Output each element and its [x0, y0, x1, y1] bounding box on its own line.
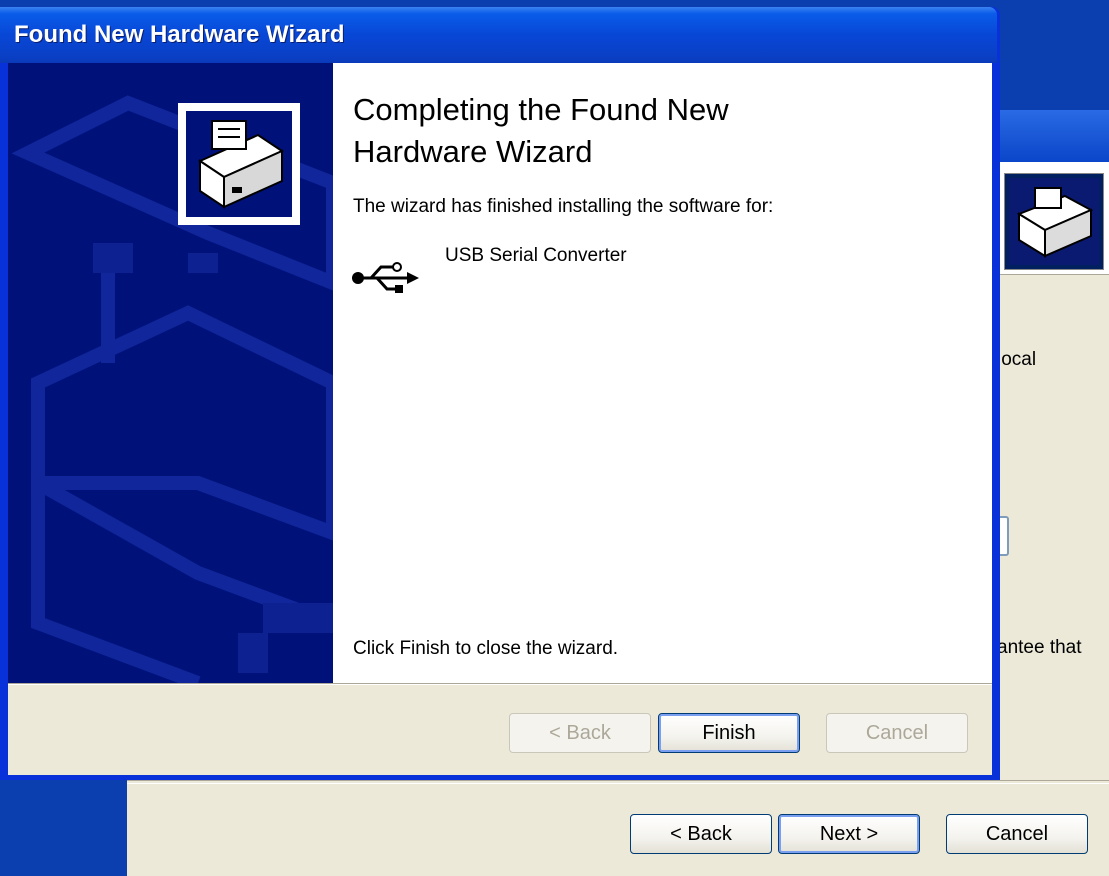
finish-button[interactable]: Finish [658, 713, 800, 753]
title-bar[interactable]: Found New Hardware Wizard [0, 7, 997, 63]
found-new-hardware-wizard-window: Found New Hardware Wizard Completing the… [0, 7, 1000, 780]
close-instruction: Click Finish to close the wizard. [353, 638, 619, 659]
background-back-button[interactable]: < Back [630, 814, 772, 854]
background-partial-text: antee that [997, 637, 1082, 658]
background-side-panel [0, 780, 127, 876]
wizard-side-panel [8, 63, 333, 683]
background-header-band [995, 110, 1109, 162]
background-next-button[interactable]: Next > [778, 814, 920, 854]
window-title: Found New Hardware Wizard [14, 21, 345, 48]
wizard-client-area: Completing the Found New Hardware Wizard… [8, 63, 992, 775]
finished-message: The wizard has finished installing the s… [353, 196, 774, 217]
background-cancel-button[interactable]: Cancel [946, 814, 1088, 854]
usb-icon [351, 259, 421, 302]
hardware-wizard-icon [178, 103, 300, 225]
back-button[interactable]: < Back [509, 713, 651, 753]
device-name: USB Serial Converter [445, 245, 627, 266]
cancel-button[interactable]: Cancel [826, 713, 968, 753]
background-separator [127, 780, 1109, 784]
wizard-heading-line: Hardware Wizard [353, 134, 593, 169]
wizard-heading-line: Completing the Found New [353, 92, 729, 127]
button-separator [8, 683, 992, 685]
wizard-content: Completing the Found New Hardware Wizard… [333, 63, 992, 683]
wizard-heading: Completing the Found New Hardware Wizard [353, 89, 953, 173]
background-partial-text: local [997, 349, 1037, 370]
background-hardware-icon [1004, 173, 1104, 270]
